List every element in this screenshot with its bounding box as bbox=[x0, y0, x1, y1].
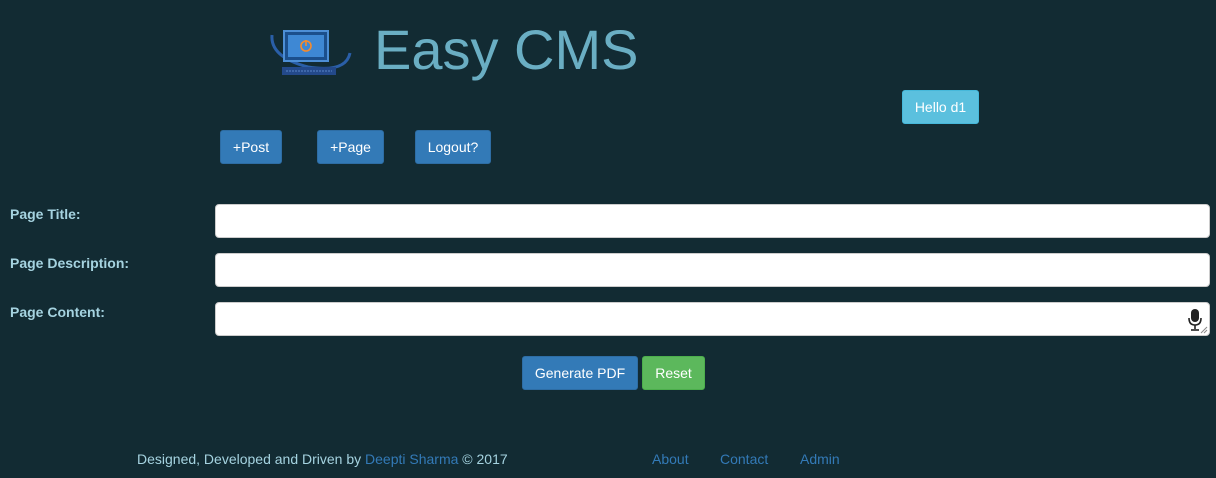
add-post-label: +Post bbox=[232, 139, 270, 155]
logout-button[interactable]: Logout? bbox=[415, 130, 491, 164]
add-post-button[interactable]: +Post bbox=[220, 130, 282, 164]
page-title-label: Page Title: bbox=[10, 206, 81, 222]
footer-credit: Designed, Developed and Driven by Deepti… bbox=[137, 451, 508, 467]
add-page-button[interactable]: +Page bbox=[317, 130, 384, 164]
footer-link-contact[interactable]: Contact bbox=[720, 451, 768, 467]
generate-pdf-label: Generate PDF bbox=[534, 365, 626, 381]
reset-label: Reset bbox=[655, 365, 692, 381]
site-title: Easy CMS bbox=[374, 18, 639, 81]
page-title-input[interactable] bbox=[215, 204, 1210, 238]
page-description-label: Page Description: bbox=[10, 255, 130, 271]
logout-label: Logout? bbox=[427, 139, 479, 155]
page-content-textarea[interactable] bbox=[215, 302, 1210, 336]
footer-link-admin[interactable]: Admin bbox=[800, 451, 840, 467]
generate-pdf-button[interactable]: Generate PDF bbox=[522, 356, 638, 390]
footer-author-link[interactable]: Deepti Sharma bbox=[365, 451, 458, 467]
add-page-label: +Page bbox=[330, 139, 371, 155]
footer-link-about[interactable]: About bbox=[652, 451, 689, 467]
footer-credit-suffix: © 2017 bbox=[458, 451, 508, 467]
page-content-label: Page Content: bbox=[10, 304, 105, 320]
page-description-input[interactable] bbox=[215, 253, 1210, 287]
user-greeting-button[interactable]: Hello d1 bbox=[902, 90, 979, 124]
computer-power-icon bbox=[270, 30, 352, 75]
reset-button[interactable]: Reset bbox=[642, 356, 705, 390]
user-greeting-label: Hello d1 bbox=[914, 99, 967, 115]
resize-grip-icon[interactable] bbox=[1200, 326, 1208, 334]
footer-credit-prefix: Designed, Developed and Driven by bbox=[137, 451, 366, 467]
